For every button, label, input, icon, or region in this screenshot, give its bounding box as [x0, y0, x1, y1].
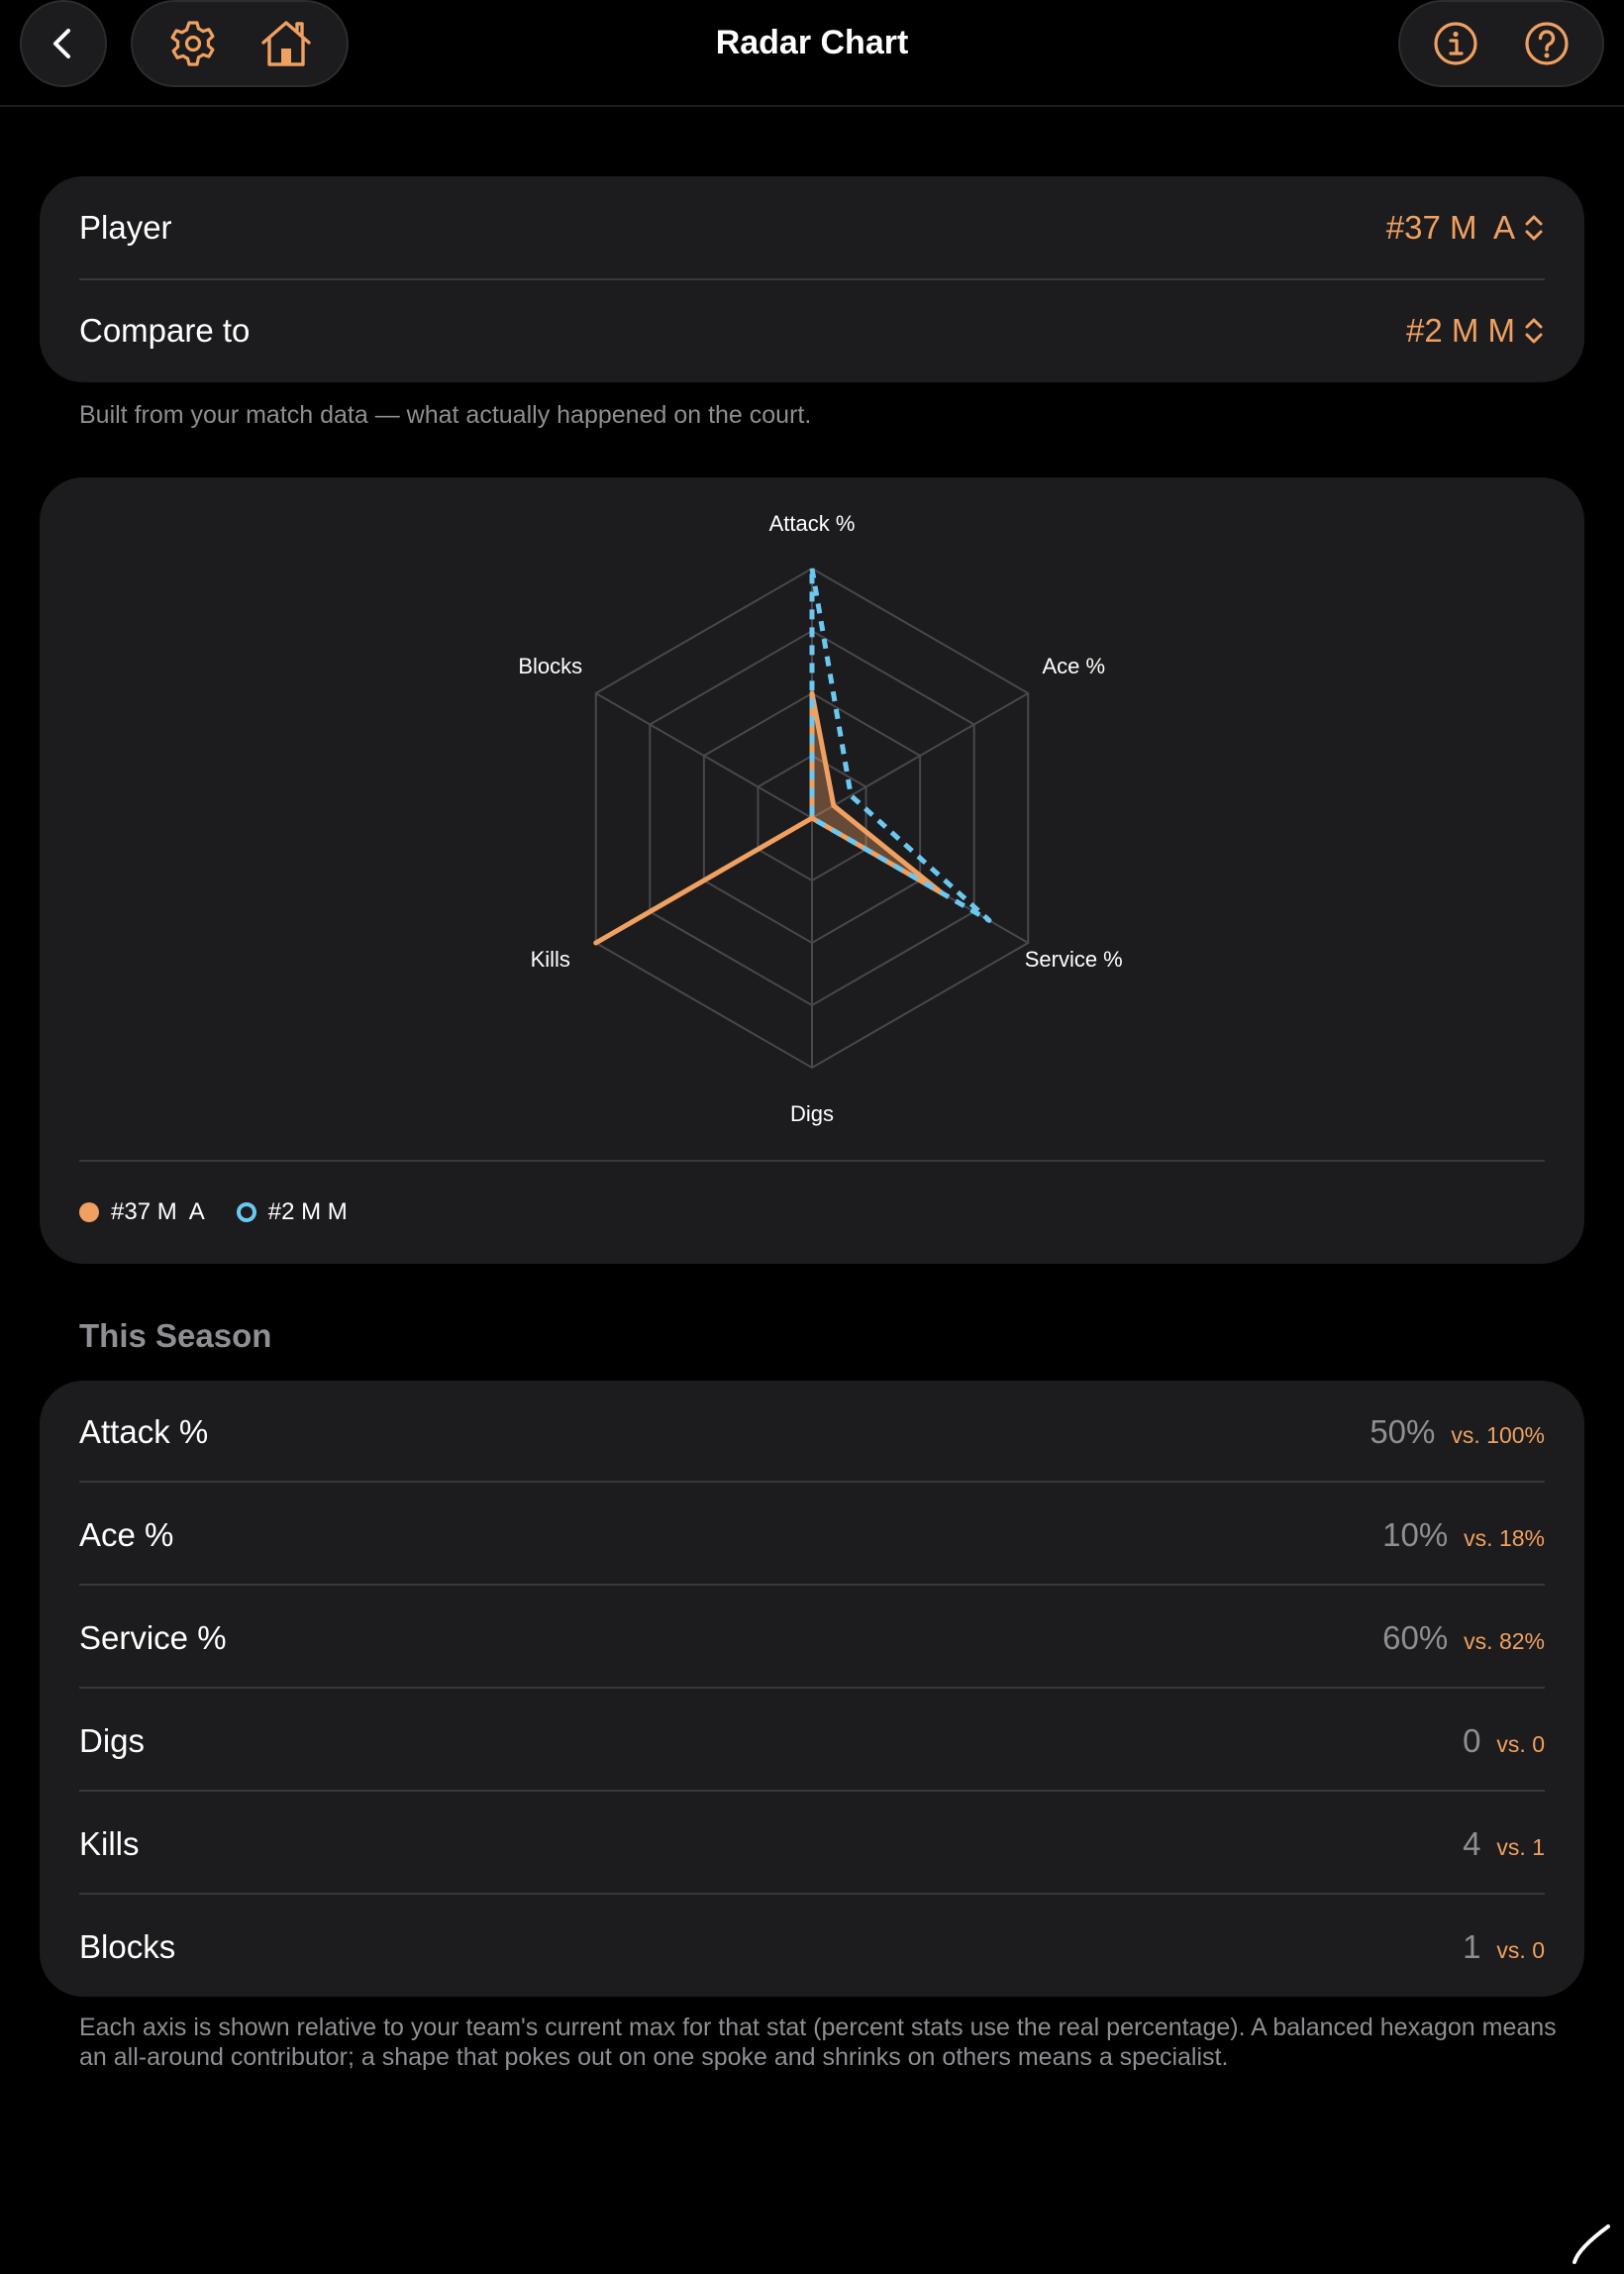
chart-card: Attack % Ace % Service % Digs Kills Blocks #3…: [40, 477, 1584, 1264]
stat-label: Service %: [79, 1619, 227, 1656]
section-title-this-season: This Season: [79, 1317, 272, 1354]
stat-value: 50%: [1370, 1413, 1436, 1450]
radar-axis-label: Blocks: [518, 654, 583, 678]
right-toolbar-group: [1398, 0, 1604, 87]
stat-label: Blocks: [79, 1928, 176, 1965]
stat-label: Attack %: [79, 1413, 209, 1450]
stat-divider: [79, 1893, 1545, 1895]
stat-label: Digs: [79, 1722, 146, 1759]
chevron-up-down-icon: [1525, 215, 1543, 241]
radar-axis-label: Service %: [1024, 947, 1123, 972]
chart-legend: #37 M A #2 M M: [79, 1198, 379, 1226]
radar-axis-label: Digs: [789, 1101, 835, 1126]
chart-divider: [79, 1160, 1545, 1162]
compare-picker-text: #2 M M: [1405, 312, 1515, 349]
page-title: Radar Chart: [715, 24, 909, 61]
stat-divider: [79, 1687, 1545, 1689]
stat-label: Ace %: [79, 1516, 174, 1553]
footer-caption: Each axis is shown relative to your team…: [79, 2014, 1557, 2071]
legend-label-compare: #2 M M: [267, 1198, 348, 1225]
stat-values: 4 vs. 1: [1463, 1825, 1545, 1863]
stat-compare-value: vs. 1: [1496, 1834, 1545, 1860]
stat-divider: [79, 1584, 1545, 1586]
question-icon: [1525, 22, 1569, 65]
radar-chart: [593, 566, 1030, 1070]
stat-value: 4: [1463, 1825, 1481, 1862]
stat-values: 0 vs. 0: [1463, 1722, 1545, 1760]
stat-compare-value: vs. 100%: [1451, 1422, 1545, 1448]
legend-label-player: #37 M A: [111, 1198, 205, 1225]
help-button[interactable]: [1515, 12, 1578, 75]
stat-compare-value: vs. 18%: [1464, 1525, 1545, 1551]
legend-dot-compare: [236, 1202, 256, 1222]
stat-row-ace: Ace % 10% vs. 18%: [79, 1484, 1545, 1587]
stat-compare-value: vs. 0: [1496, 1731, 1545, 1757]
radar-series: [593, 566, 992, 946]
radar-axis-label: Kills: [530, 947, 570, 972]
stat-row-attack: Attack % 50% vs. 100%: [79, 1381, 1545, 1484]
info-icon: [1434, 22, 1477, 65]
stat-values: 50% vs. 100%: [1370, 1413, 1545, 1451]
resize-handle-icon[interactable]: [1569, 2219, 1616, 2266]
legend-dot-player: [79, 1202, 99, 1222]
stat-row-service: Service % 60% vs. 82%: [79, 1587, 1545, 1690]
player-picker-row[interactable]: Player #37 M A: [79, 176, 1545, 279]
stat-row-kills: Kills 4 vs. 1: [79, 1793, 1545, 1896]
stat-values: 1 vs. 0: [1463, 1928, 1545, 1966]
legend-item-compare: #2 M M: [236, 1198, 348, 1226]
stat-values: 60% vs. 82%: [1382, 1619, 1545, 1657]
chevron-up-down-icon: [1525, 318, 1543, 344]
player-picker-label: Player: [79, 209, 172, 246]
compare-picker-label: Compare to: [79, 312, 251, 349]
stat-divider: [79, 1481, 1545, 1483]
legend-item-player: #37 M A: [79, 1198, 205, 1226]
picker-card: Player #37 M A Compare to #2 M M: [40, 176, 1584, 382]
stat-row-digs: Digs 0 vs. 0: [79, 1690, 1545, 1793]
stat-value: 60%: [1382, 1619, 1449, 1656]
picker-caption: Built from your match data — what actual…: [79, 401, 812, 429]
compare-picker-value[interactable]: #2 M M: [1406, 312, 1545, 350]
player-picker-text: #37 M A: [1385, 209, 1515, 246]
top-bar: Radar Chart: [0, 0, 1624, 107]
info-button[interactable]: [1424, 12, 1487, 75]
player-picker-value[interactable]: #37 M A: [1386, 209, 1545, 247]
stat-compare-value: vs. 0: [1496, 1937, 1545, 1963]
radar-series-player: [593, 690, 945, 946]
radar-axis-label: Attack %: [768, 511, 856, 536]
stat-value: 10%: [1382, 1516, 1449, 1553]
season-stats-card: Attack % 50% vs. 100% Ace % 10% vs. 18% …: [40, 1381, 1584, 1997]
stat-compare-value: vs. 82%: [1464, 1628, 1545, 1654]
stat-value: 1: [1463, 1928, 1481, 1965]
stat-label: Kills: [79, 1825, 140, 1862]
stat-value: 0: [1463, 1722, 1481, 1759]
compare-picker-row[interactable]: Compare to #2 M M: [79, 279, 1545, 382]
stat-values: 10% vs. 18%: [1382, 1516, 1545, 1554]
stat-row-blocks: Blocks 1 vs. 0: [79, 1896, 1545, 1999]
stat-divider: [79, 1790, 1545, 1792]
radar-axis-label: Ace %: [1042, 654, 1106, 678]
